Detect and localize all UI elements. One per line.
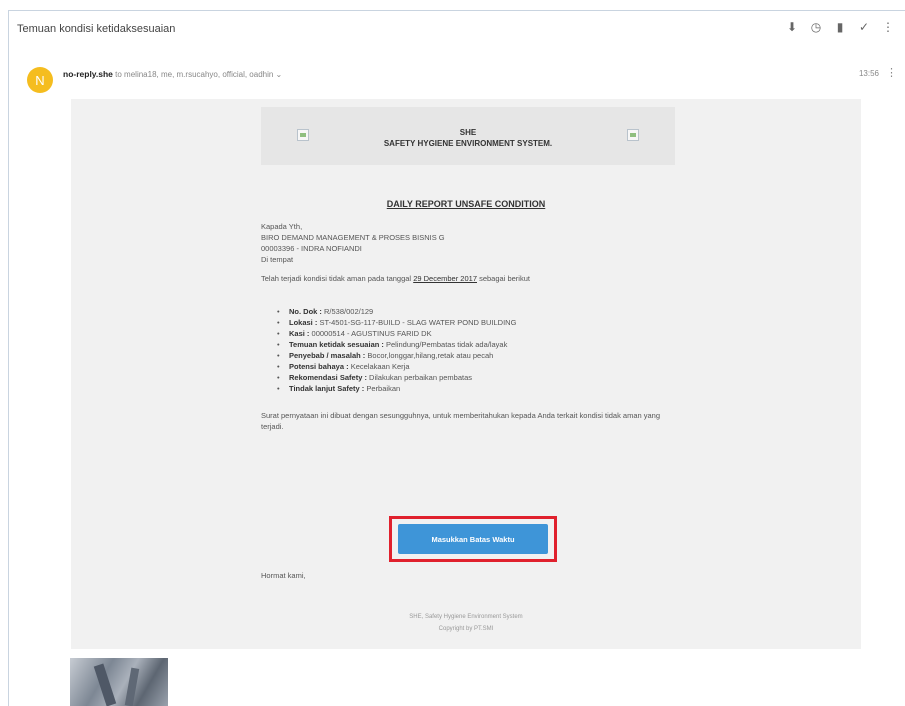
item-label: No. Dok : <box>289 307 322 316</box>
recipient-place: Di tempat <box>261 255 294 264</box>
sender-line: no-reply.she to melina18, me, m.rsucahyo… <box>63 69 282 79</box>
list-item: Rekomendasi Safety : Dilakukan perbaikan… <box>277 372 681 383</box>
footer-line-2: Copyright by PT.SMI <box>438 626 494 632</box>
item-value: Bocor,longgar,hilang,retak atau pecah <box>367 351 494 360</box>
item-label: Penyebab / masalah : <box>289 351 366 360</box>
broken-image-icon <box>627 129 639 141</box>
more-icon[interactable]: ⋮ <box>881 20 895 34</box>
intro-before: Telah terjadi kondisi tidak aman pada ta… <box>261 274 412 283</box>
email-header-banner: SHE SAFETY HYGIENE ENVIRONMENT SYSTEM. <box>261 107 675 165</box>
email-footer: SHE, Safety Hygiene Environment System C… <box>71 611 861 635</box>
item-label: Rekomendasi Safety : <box>289 373 367 382</box>
recipients: to melina18, me, m.rsucahyo, official, o… <box>115 70 274 79</box>
list-item: Kasi : 00000514 - AGUSTINUS FARID DK <box>277 328 681 339</box>
item-value: ST-4501-SG-117-BUILD - SLAG WATER POND B… <box>319 318 517 327</box>
item-value: Dilakukan perbaikan pembatas <box>369 373 473 382</box>
email-body: SHE SAFETY HYGIENE ENVIRONMENT SYSTEM. D… <box>71 99 861 649</box>
list-item: Penyebab / masalah : Bocor,longgar,hilan… <box>277 350 681 361</box>
email-window: Temuan kondisi ketidaksesuaian ⬇ ◷ ▮ ✓ ⋮… <box>8 10 905 706</box>
footer-line-1: SHE, Safety Hygiene Environment System <box>409 614 523 620</box>
sender-name[interactable]: no-reply.she <box>63 69 113 79</box>
item-value: Kecelakaan Kerja <box>350 362 410 371</box>
item-value: 00000514 - AGUSTINUS FARID DK <box>311 329 432 338</box>
toolbar: ⬇ ◷ ▮ ✓ ⋮ <box>785 20 895 34</box>
message-more-icon[interactable]: ⋮ <box>886 66 897 79</box>
closing-text: Surat pernyataan ini dibuat dengan sesun… <box>261 411 661 431</box>
attachment-thumbnail[interactable] <box>70 658 168 706</box>
recipients-toggle-icon[interactable]: ⌄ <box>276 70 283 79</box>
email-subject: Temuan kondisi ketidaksesuaian <box>17 23 176 35</box>
report-items: No. Dok : R/538/002/129 Lokasi : ST-4501… <box>277 306 681 394</box>
sender-row: N no-reply.she to melina18, me, m.rsucah… <box>9 63 905 93</box>
list-item: Tindak lanjut Safety : Perbaikan <box>277 383 681 394</box>
check-icon[interactable]: ✓ <box>857 20 871 34</box>
header-title: SHE SAFETY HYGIENE ENVIRONMENT SYSTEM. <box>261 127 675 149</box>
subject-bar: Temuan kondisi ketidaksesuaian ⬇ ◷ ▮ ✓ ⋮ <box>9 11 905 45</box>
intro-text: Telah terjadi kondisi tidak aman pada ta… <box>261 273 681 284</box>
list-item: No. Dok : R/538/002/129 <box>277 306 681 317</box>
list-item: Potensi bahaya : Kecelakaan Kerja <box>277 361 681 372</box>
header-line-1: SHE <box>459 128 477 137</box>
item-label: Potensi bahaya : <box>289 362 349 371</box>
item-value: Perbaikan <box>366 384 401 393</box>
set-deadline-button[interactable]: Masukkan Batas Waktu <box>398 524 548 554</box>
item-label: Temuan ketidak sesuaian : <box>289 340 384 349</box>
item-value: R/538/002/129 <box>324 307 374 316</box>
list-item: Lokasi : ST-4501-SG-117-BUILD - SLAG WAT… <box>277 317 681 328</box>
intro-date: 29 December 2017 <box>413 274 477 283</box>
report-title: DAILY REPORT UNSAFE CONDITION <box>386 199 546 209</box>
cta-highlight: Masukkan Batas Waktu <box>389 516 557 562</box>
greeting: Kapada Yth, <box>261 222 303 231</box>
item-label: Tindak lanjut Safety : <box>289 384 365 393</box>
header-line-2: SAFETY HYGIENE ENVIRONMENT SYSTEM. <box>383 139 553 148</box>
regards: Hormat kami, <box>261 571 306 580</box>
item-label: Lokasi : <box>289 318 318 327</box>
message-time: 13:56 <box>858 69 879 78</box>
recipient-unit: BIRO DEMAND MANAGEMENT & PROSES BISNIS G <box>261 233 445 242</box>
recipient-name: 00003396 - INDRA NOFIANDI <box>261 244 362 253</box>
pin-icon[interactable]: ⬇ <box>785 20 799 34</box>
intro-after: sebagai berikut <box>479 274 530 283</box>
item-label: Kasi : <box>289 329 310 338</box>
trash-icon[interactable]: ▮ <box>833 20 847 34</box>
clock-icon[interactable]: ◷ <box>809 20 823 34</box>
recipient-block: Kapada Yth, BIRO DEMAND MANAGEMENT & PRO… <box>261 221 681 265</box>
item-value: Pelindung/Pembatas tidak ada/layak <box>386 340 508 349</box>
avatar[interactable]: N <box>27 67 53 93</box>
list-item: Temuan ketidak sesuaian : Pelindung/Pemb… <box>277 339 681 350</box>
email-content: Kapada Yth, BIRO DEMAND MANAGEMENT & PRO… <box>261 221 681 440</box>
